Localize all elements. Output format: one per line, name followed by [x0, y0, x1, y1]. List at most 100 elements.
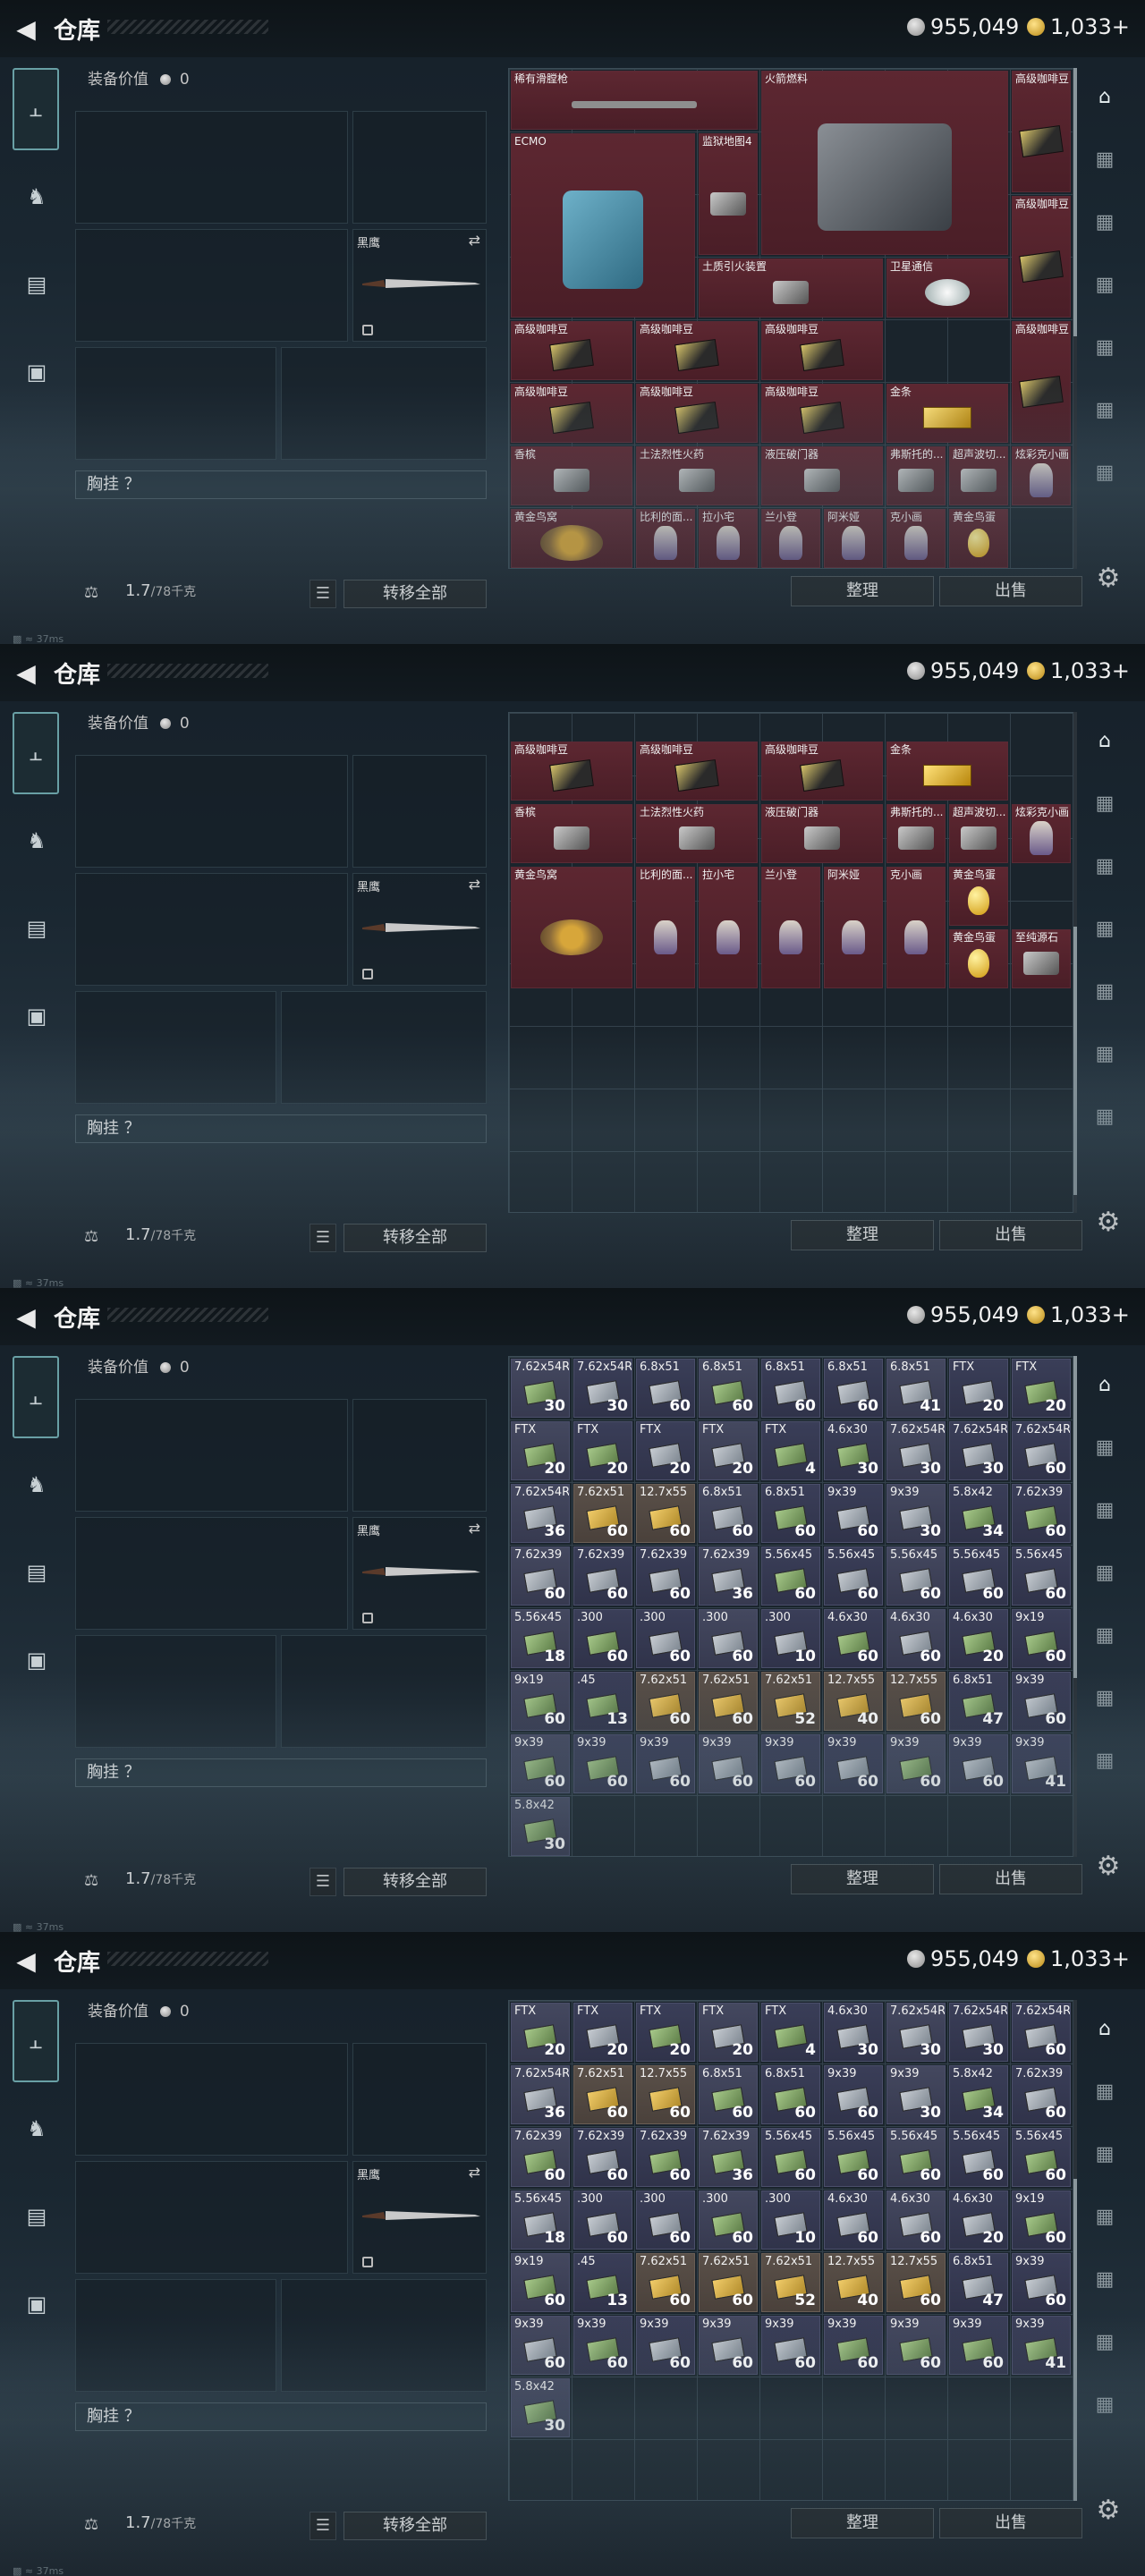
stash-grid[interactable]: 稀有滑膛枪 火箭燃料 高级咖啡豆 ECMO 监狱地图4 高级咖啡豆 土质引火装置 卫星通信 高级… — [508, 68, 1077, 569]
stash-item[interactable]: 7.62x39 36 — [699, 1546, 758, 1606]
stash-item[interactable]: 5.56x45 60 — [761, 1546, 820, 1606]
stash-item[interactable]: 7.62x51 60 — [636, 1672, 695, 1731]
stash-item[interactable]: 黄金鸟窝 — [511, 509, 632, 568]
chest-rig-slot[interactable]: 胸挂 ？ — [75, 470, 487, 499]
helmet-slot[interactable] — [75, 347, 276, 460]
primary-weapon-slot[interactable] — [75, 2043, 348, 2156]
stash-item[interactable]: 12.7x55 60 — [636, 2065, 695, 2124]
storage-tab-1-icon[interactable]: ▦ — [1082, 2063, 1127, 2120]
settings-gear-icon[interactable]: ⚙ — [1093, 564, 1124, 594]
stash-item[interactable]: 7.62x51 60 — [699, 2253, 758, 2312]
stash-item[interactable]: 金条 — [886, 741, 1008, 801]
storage-tab-4-icon[interactable]: ▦ — [1082, 2250, 1127, 2308]
list-view-button[interactable]: ☰ — [310, 1224, 336, 1252]
stash-item[interactable]: FTX 20 — [699, 2003, 758, 2062]
stash-item[interactable]: 6.8x51 60 — [636, 1359, 695, 1418]
stash-item[interactable]: 7.62x39 60 — [573, 2128, 632, 2187]
stash-item[interactable]: 7.62x39 60 — [1012, 2065, 1071, 2124]
stash-item[interactable]: 12.7x55 40 — [824, 2253, 883, 2312]
transfer-all-button[interactable]: 转移全部 — [344, 2512, 487, 2540]
storage-tab-2-icon[interactable]: ▦ — [1082, 1481, 1127, 1538]
stash-item[interactable]: 9x39 60 — [636, 2316, 695, 2375]
list-view-button[interactable]: ☰ — [310, 2512, 336, 2540]
scroll-thumb[interactable] — [1073, 1356, 1077, 1678]
gold-currency[interactable]: 1,033+ — [1027, 658, 1130, 683]
back-arrow-icon[interactable]: ◀ — [13, 16, 39, 43]
stash-item[interactable]: 5.8x42 34 — [949, 1484, 1008, 1543]
stash-item[interactable]: 克小画 — [886, 867, 946, 988]
stash-item[interactable]: 7.62x39 60 — [511, 1546, 570, 1606]
scroll-thumb[interactable] — [1073, 68, 1077, 336]
stash-item[interactable]: 5.56x45 60 — [1012, 2128, 1071, 2187]
stash-item[interactable]: 7.62x51 60 — [699, 1672, 758, 1731]
sort-button[interactable]: 整理 — [791, 1864, 934, 1894]
stash-item[interactable]: 至纯源石 — [1012, 929, 1071, 988]
stash-item[interactable]: 液压破门器 — [761, 446, 883, 505]
stash-item[interactable]: 7.62x54R 30 — [886, 1421, 946, 1480]
stash-item[interactable]: 4.6x30 30 — [824, 1421, 883, 1480]
stash-item[interactable]: .300 60 — [636, 1609, 695, 1668]
stash-item[interactable]: 黄金鸟窝 — [511, 867, 632, 988]
stash-item[interactable]: 监狱地图4 — [699, 133, 758, 255]
stash-item[interactable]: 超声波切... — [949, 804, 1008, 863]
helmet-tab-icon[interactable]: ♞ — [13, 2088, 59, 2170]
storage-tab-3-icon[interactable]: ▦ — [1082, 1544, 1127, 1601]
stash-item[interactable]: 9x39 60 — [573, 2316, 632, 2375]
transfer-all-button[interactable]: 转移全部 — [344, 1224, 487, 1252]
chest-rig-slot[interactable]: 胸挂 ？ — [75, 1758, 487, 1787]
stash-scrollbar[interactable] — [1073, 2000, 1077, 2501]
stash-item[interactable]: 高级咖啡豆 — [1012, 196, 1071, 318]
stash-item[interactable]: 7.62x54R 60 — [1012, 2003, 1071, 2062]
helmet-slot[interactable] — [75, 2279, 276, 2392]
chest-rig-slot[interactable]: 胸挂 ？ — [75, 1114, 487, 1143]
stash-item[interactable]: 12.7x55 40 — [824, 1672, 883, 1731]
sell-button[interactable]: 出售 — [939, 1864, 1082, 1894]
stash-item[interactable]: FTX 20 — [636, 1421, 695, 1480]
stash-item[interactable]: FTX 4 — [761, 2003, 820, 2062]
stash-item[interactable]: 弗斯托的... — [886, 446, 946, 505]
stash-item[interactable]: 9x39 60 — [699, 2316, 758, 2375]
stash-item[interactable]: 4.6x30 30 — [824, 2003, 883, 2062]
stash-item[interactable]: 9x39 60 — [573, 1734, 632, 1793]
stash-item[interactable]: 7.62x39 60 — [511, 2128, 570, 2187]
primary-weapon-slot[interactable] — [75, 1399, 348, 1512]
storage-tab-5-icon[interactable]: ▦ — [1082, 1025, 1127, 1082]
storage-tab-1-icon[interactable]: ▦ — [1082, 131, 1127, 188]
vest-tab-icon[interactable]: ▤ — [13, 243, 59, 326]
swap-icon[interactable]: ⇄ — [469, 2164, 480, 2181]
stash-item[interactable]: FTX 20 — [573, 1421, 632, 1480]
stash-item[interactable]: FTX 20 — [1012, 1359, 1071, 1418]
pistol-slot[interactable] — [352, 111, 487, 224]
stash-item[interactable]: 液压破门器 — [761, 804, 883, 863]
stash-item[interactable]: 9x19 60 — [1012, 1609, 1071, 1668]
stash-item[interactable]: 9x39 60 — [761, 2316, 820, 2375]
melee-slot[interactable]: 黑鹰 ⇄ — [352, 229, 487, 342]
warehouse-tab-icon[interactable]: ⌂ — [1082, 1356, 1127, 1413]
stash-item[interactable]: 5.8x42 30 — [511, 2378, 570, 2437]
melee-slot[interactable]: 黑鹰 ⇄ — [352, 873, 487, 986]
stash-item[interactable]: 兰小登 — [761, 509, 820, 568]
storage-tab-2-icon[interactable]: ▦ — [1082, 2125, 1127, 2182]
swap-icon[interactable]: ⇄ — [469, 1520, 480, 1537]
stash-item[interactable]: 9x39 30 — [886, 1484, 946, 1543]
backpack-tab-icon[interactable]: ▣ — [13, 331, 59, 413]
gold-currency[interactable]: 1,033+ — [1027, 14, 1130, 39]
stash-item[interactable]: 黄金鸟蛋 — [949, 929, 1008, 988]
warehouse-tab-icon[interactable]: ⌂ — [1082, 2000, 1127, 2057]
pistol-slot[interactable] — [352, 2043, 487, 2156]
backpack-tab-icon[interactable]: ▣ — [13, 975, 59, 1057]
stash-item[interactable]: 7.62x54R 30 — [949, 2003, 1008, 2062]
stash-item[interactable]: 7.62x39 60 — [636, 2128, 695, 2187]
stash-item[interactable]: 9x39 41 — [1012, 2316, 1071, 2375]
stash-item[interactable]: 7.62x54R 60 — [1012, 1421, 1071, 1480]
swap-icon[interactable]: ⇄ — [469, 876, 480, 893]
storage-tab-4-icon[interactable]: ▦ — [1082, 318, 1127, 376]
storage-tab-3-icon[interactable]: ▦ — [1082, 2188, 1127, 2245]
stash-item[interactable]: 12.7x55 60 — [886, 2253, 946, 2312]
backpack-tab-icon[interactable]: ▣ — [13, 1619, 59, 1701]
weapon-tab-icon[interactable]: ⫠ — [13, 712, 59, 794]
armor-slot[interactable] — [281, 347, 487, 460]
stash-item[interactable]: 4.6x30 20 — [949, 2190, 1008, 2250]
stash-item[interactable]: 炫彩克小画 — [1012, 804, 1071, 863]
sort-button[interactable]: 整理 — [791, 2508, 934, 2538]
